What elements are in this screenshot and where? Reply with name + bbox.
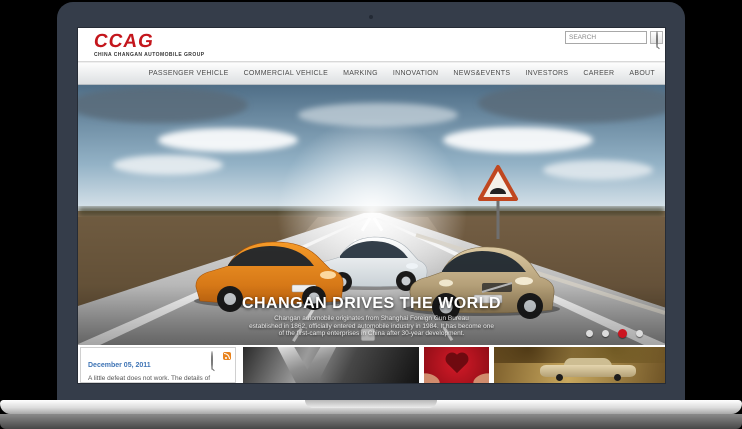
mini-car-wheel: [556, 374, 563, 381]
heart-hands-thumbnail[interactable]: [424, 347, 489, 383]
heart-icon: [447, 355, 465, 373]
zoom-icon[interactable]: [211, 352, 219, 360]
mini-car-body: [540, 365, 636, 377]
hero-banner: CHANGAN DRIVES THE WORLD Changan automob…: [78, 85, 665, 345]
news-date[interactable]: December 05, 2011: [88, 362, 151, 369]
hero-description-line: Changan automobile originates from Shang…: [78, 315, 665, 323]
nav-item-passenger-vehicle[interactable]: PASSENGER VEHICLE: [149, 70, 229, 77]
logo-text: CCAG: [93, 33, 206, 50]
news-excerpt[interactable]: A little defeat does not work. The detai…: [88, 375, 230, 383]
site-logo[interactable]: CCAG CHINA CHANGAN AUTOMOBILE GROUP: [94, 33, 205, 58]
nav-item-about[interactable]: ABOUT: [629, 70, 655, 77]
hand-shape: [472, 371, 489, 383]
news-panel-icons: [211, 352, 231, 360]
chrome-chevron-icon: [271, 347, 341, 383]
laptop-base-notch: [305, 400, 437, 408]
laptop-screen: CCAG CHINA CHANGAN AUTOMOBILE GROUP PASS…: [78, 28, 665, 383]
laptop-base: [0, 400, 742, 414]
site-header: CCAG CHINA CHANGAN AUTOMOBILE GROUP: [78, 28, 665, 62]
nav-item-career[interactable]: CAREER: [583, 70, 614, 77]
carousel-dot[interactable]: [602, 330, 609, 337]
nav-item-marking[interactable]: MARKING: [343, 70, 378, 77]
rss-icon[interactable]: [223, 352, 231, 360]
bottom-strip: December 05, 2011 A little defeat does n…: [78, 345, 665, 383]
hero-description-line: of the first-camp enterprises in China a…: [78, 330, 665, 338]
carousel-dots: [586, 329, 643, 338]
mini-car-wheel: [614, 374, 621, 381]
webcam-icon: [369, 15, 373, 19]
nav-item-news-events[interactable]: NEWS&EVENTS: [453, 70, 510, 77]
news-panel: December 05, 2011 A little defeat does n…: [80, 347, 236, 383]
search-input[interactable]: [565, 31, 647, 44]
nav-item-commercial-vehicle[interactable]: COMMERCIAL VEHICLE: [244, 70, 329, 77]
hero-description: Changan automobile originates from Shang…: [78, 315, 665, 338]
main-nav: PASSENGER VEHICLE COMMERCIAL VEHICLE MAR…: [78, 62, 665, 85]
search-icon: [656, 31, 658, 48]
hero-description-line: established in 1862, officially entered …: [78, 323, 665, 331]
autumn-car-thumbnail[interactable]: [494, 347, 665, 383]
carousel-dot[interactable]: [586, 330, 593, 337]
hero-title: CHANGAN DRIVES THE WORLD: [78, 295, 665, 313]
hand-shape: [424, 371, 441, 383]
carousel-dot[interactable]: [636, 330, 643, 337]
laptop-base-edge: [0, 414, 742, 429]
magnifier-icon: [211, 351, 213, 370]
carousel-dot-active[interactable]: [618, 329, 627, 338]
nav-item-innovation[interactable]: INNOVATION: [393, 70, 439, 77]
page: CCAG CHINA CHANGAN AUTOMOBILE GROUP PASS…: [0, 0, 742, 429]
metal-emblem-thumbnail[interactable]: [243, 347, 419, 383]
logo-subtext: CHINA CHANGAN AUTOMOBILE GROUP: [94, 52, 205, 58]
nav-item-investors[interactable]: INVESTORS: [525, 70, 568, 77]
search-button[interactable]: [650, 31, 663, 44]
